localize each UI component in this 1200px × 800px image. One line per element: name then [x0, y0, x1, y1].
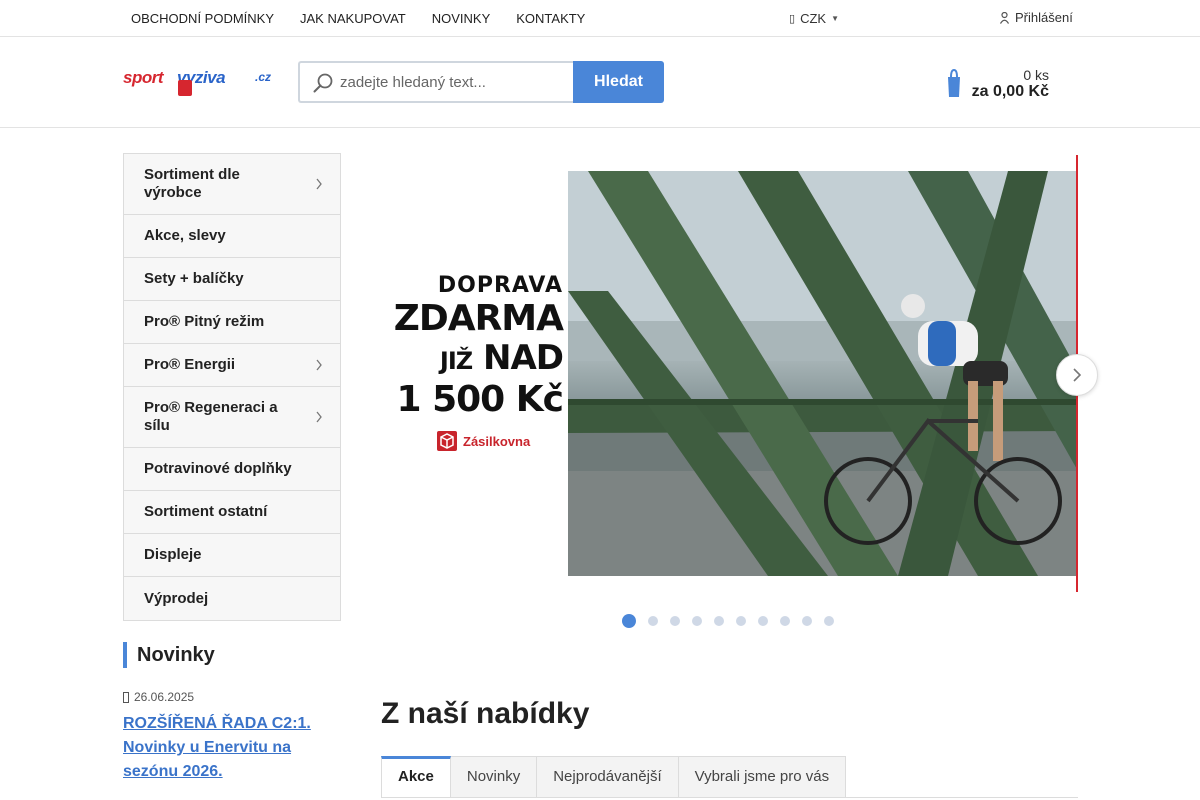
slider-next-button[interactable]: [1056, 354, 1098, 396]
offer-section-title: Z naší nabídky: [381, 697, 590, 730]
chevron-right-icon: [316, 178, 322, 190]
cart-total: za 0,00 Kč: [971, 83, 1049, 100]
login-link[interactable]: Přihlášení: [1000, 10, 1073, 25]
search-button[interactable]: Hledat: [573, 61, 664, 103]
slider-dot[interactable]: [692, 616, 702, 626]
currency-icon: ▯: [789, 13, 796, 25]
zasilkovna-logo-icon: [437, 431, 457, 451]
category-label: Potravinové doplňky: [144, 460, 292, 477]
category-label: Sortiment ostatní: [144, 503, 268, 520]
category-label: Pro® Energii: [144, 356, 236, 373]
category-label: Displeje: [144, 546, 202, 563]
user-icon: [1000, 11, 1009, 24]
calendar-icon: [123, 692, 129, 703]
category-label: Výprodej: [144, 589, 209, 607]
top-bar: OBCHODNÍ PODMÍNKY JAK NAKUPOVAT NOVINKY …: [0, 0, 1200, 37]
category-label: Sortiment dle výrobce: [144, 166, 240, 201]
search-box: [298, 61, 574, 103]
header: sport vyziva .cz Hledat 0 ks za 0,00 Kč: [0, 37, 1200, 128]
category-item-sale[interactable]: Akce, slevy: [124, 215, 340, 258]
logo-mark-icon: [178, 80, 192, 96]
slider-dot[interactable]: [780, 616, 790, 626]
chevron-right-icon: [1073, 368, 1081, 382]
news-article-link[interactable]: ROZŠÍŘENÁ ŘADA C2:1. Novinky u Enervitu …: [123, 712, 338, 784]
top-nav-terms[interactable]: OBCHODNÍ PODMÍNKY: [131, 11, 274, 26]
news-date-text: 26.06.2025: [134, 690, 195, 704]
category-item-sets[interactable]: Sety + balíčky: [124, 258, 340, 301]
category-label: Akce, slevy: [144, 227, 226, 244]
cart-icon: [948, 68, 960, 97]
currency-selector[interactable]: ▯ CZK ▼: [789, 11, 839, 26]
tab-sale[interactable]: Akce: [381, 756, 451, 798]
search-icon: [313, 73, 333, 93]
banner-line-2: ZDARMA: [393, 298, 564, 339]
category-item-energy[interactable]: Pro® Energii: [124, 344, 340, 387]
category-item-clearance[interactable]: Výprodej: [124, 577, 340, 620]
top-nav-contacts[interactable]: KONTAKTY: [516, 11, 585, 26]
chevron-down-icon: ▼: [831, 14, 839, 23]
top-nav-how-to-buy[interactable]: JAK NAKUPOVAT: [300, 11, 406, 26]
slider-dot[interactable]: [714, 616, 724, 626]
category-label: Pro® Regeneraci a sílu: [144, 399, 278, 434]
slider-dot[interactable]: [670, 616, 680, 626]
tabs-divider: [381, 797, 1078, 798]
banner-text: DOPRAVA ZDARMA JIŽ NAD 1 500 Kč: [381, 273, 565, 420]
news-heading: Novinky: [123, 642, 341, 668]
news-date: 26.06.2025: [123, 690, 194, 704]
slider-dot[interactable]: [622, 614, 636, 628]
banner-brand: Zásilkovna: [437, 431, 530, 451]
slider-dot[interactable]: [736, 616, 746, 626]
slider-dot[interactable]: [648, 616, 658, 626]
category-item-manufacturer[interactable]: Sortiment dle výrobce: [124, 154, 340, 215]
chevron-right-icon: [316, 411, 322, 423]
offer-tabs: Akce Novinky Nejprodávanější Vybrali jsm…: [381, 756, 847, 798]
category-item-supplements[interactable]: Potravinové doplňky: [124, 448, 340, 491]
tab-recommended[interactable]: Vybrali jsme pro vás: [678, 756, 847, 798]
slider-dots: [622, 614, 834, 628]
currency-label: CZK: [800, 11, 827, 26]
promo-banner[interactable]: DOPRAVA ZDARMA JIŽ NAD 1 500 Kč Zásilkov…: [381, 155, 1078, 592]
banner-brand-name: Zásilkovna: [463, 433, 531, 449]
bridge-cyclist-illustration: [568, 171, 1076, 576]
category-item-regeneration[interactable]: Pro® Regeneraci a sílu: [124, 387, 340, 448]
slider-dot[interactable]: [824, 616, 834, 626]
banner-line-3: JIŽ NAD: [381, 338, 564, 380]
logo-part-sport: sport: [123, 68, 164, 87]
banner-line-3-big: NAD: [483, 338, 564, 378]
banner-line-4: 1 500 Kč: [396, 379, 565, 420]
category-item-other[interactable]: Sortiment ostatní: [124, 491, 340, 534]
banner-line-3-small: JIŽ: [439, 347, 473, 375]
banner-line-1: DOPRAVA: [437, 273, 563, 298]
category-label: Sety + balíčky: [144, 270, 244, 287]
slider-dot[interactable]: [758, 616, 768, 626]
chevron-right-icon: [316, 359, 322, 371]
category-menu: Sortiment dle výrobce Akce, slevy Sety +…: [123, 153, 341, 621]
login-label: Přihlášení: [1015, 10, 1073, 25]
category-item-displays[interactable]: Displeje: [124, 534, 340, 577]
top-nav-news[interactable]: NOVINKY: [432, 11, 491, 26]
cart-widget[interactable]: 0 ks za 0,00 Kč: [945, 65, 1055, 105]
logo-part-domain: .cz: [255, 70, 272, 84]
slider-dot[interactable]: [802, 616, 812, 626]
tab-new[interactable]: Novinky: [450, 756, 538, 798]
category-label: Pro® Pitný režim: [144, 313, 265, 330]
tab-bestsellers[interactable]: Nejprodávanější: [537, 756, 679, 798]
category-item-hydration[interactable]: Pro® Pitný režim: [124, 301, 340, 344]
site-logo[interactable]: sport vyziva .cz: [123, 66, 283, 100]
top-nav: OBCHODNÍ PODMÍNKY JAK NAKUPOVAT NOVINKY …: [131, 11, 611, 26]
cart-quantity: 0 ks: [1023, 67, 1049, 83]
banner-photo: [568, 171, 1076, 576]
search-input[interactable]: [340, 71, 570, 93]
